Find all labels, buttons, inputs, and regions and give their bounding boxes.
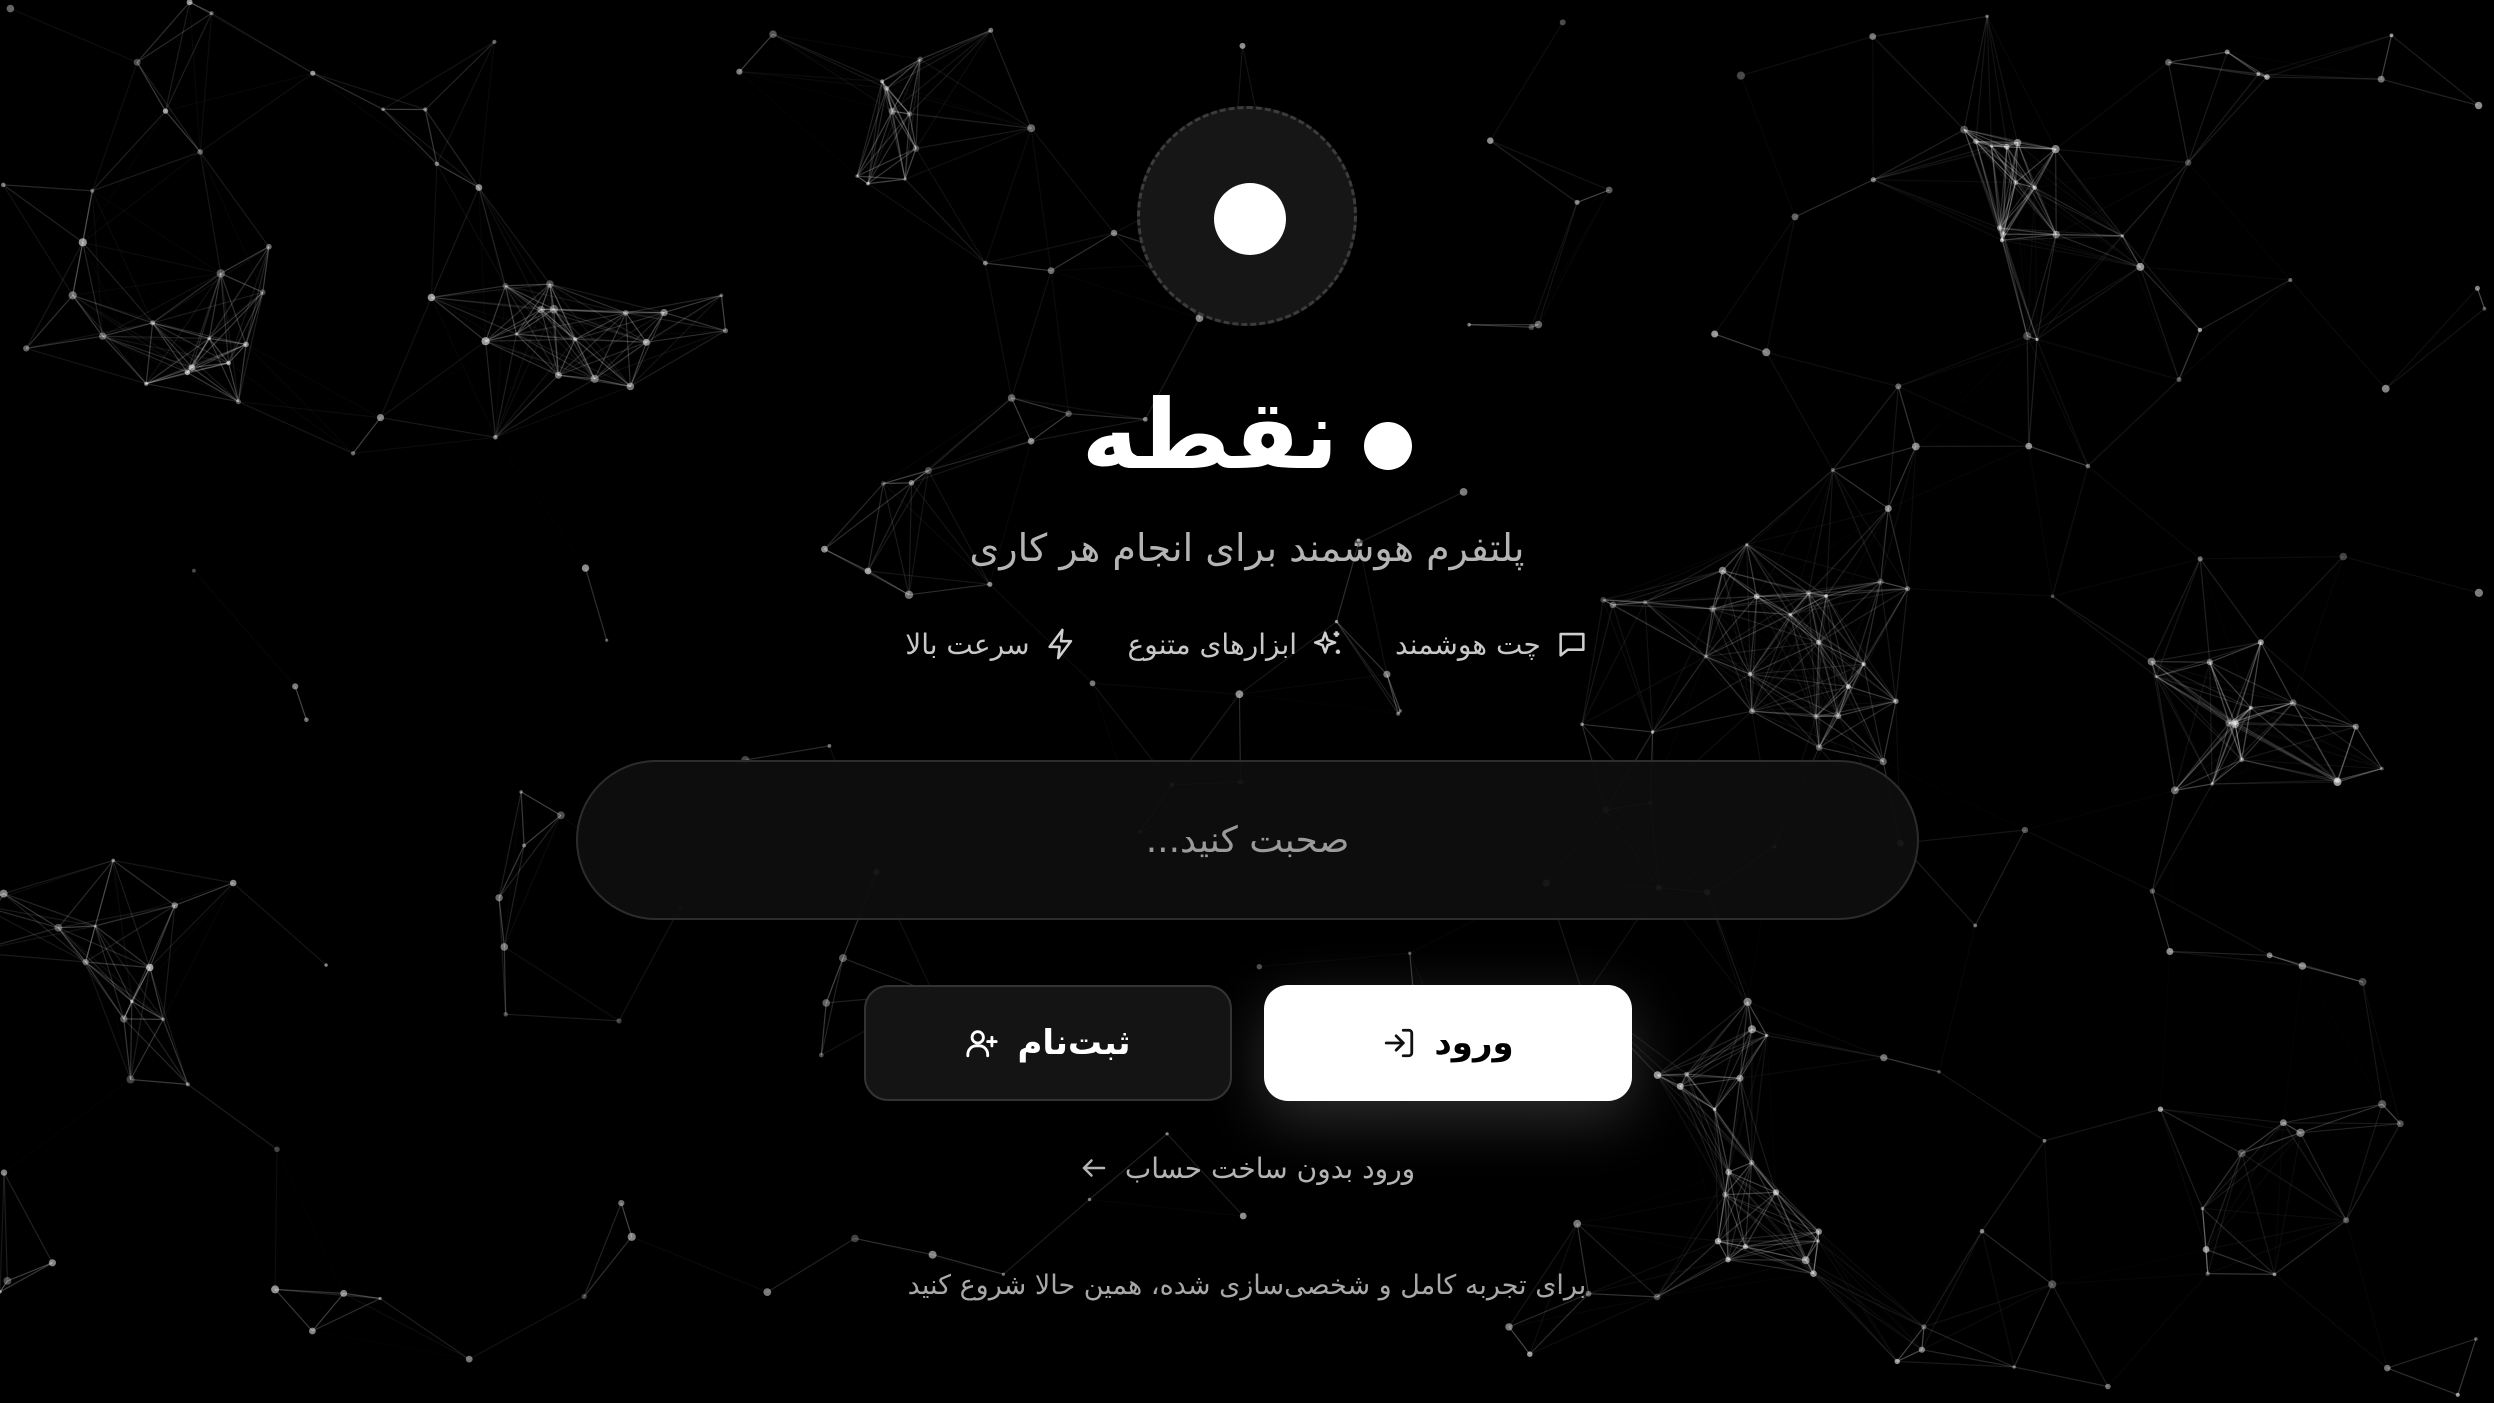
signup-button[interactable]: ثبت‌نام: [864, 985, 1232, 1101]
signup-button-label: ثبت‌نام: [1017, 1023, 1131, 1063]
chat-bubble-icon: [1559, 632, 1585, 657]
logo-dot-icon: [1214, 183, 1286, 255]
login-icon: [1385, 1028, 1414, 1058]
brand-dot-icon: [1364, 422, 1413, 470]
chat-input-box[interactable]: [576, 760, 1919, 920]
brand: نقطه: [0, 365, 2494, 505]
login-button-label: ورود: [1434, 1023, 1514, 1063]
guest-login-link[interactable]: ورود بدون ساخت حساب: [0, 1145, 2494, 1191]
brand-name: نقطه: [1081, 379, 1339, 491]
feature-item-tools: ابزارهای متنوع: [1128, 627, 1346, 661]
footer-note: برای تجربه کامل و شخصی‌سازی شده، همین حا…: [907, 1270, 1587, 1301]
feature-label: سرعت بالا: [905, 627, 1030, 661]
feature-item-chat: چت هوشمند: [1395, 627, 1589, 661]
feature-label: ابزارهای متنوع: [1127, 627, 1298, 661]
tagline: پلتفرم هوشمند برای انجام هر کاری: [969, 526, 1525, 570]
login-button[interactable]: ورود: [1264, 985, 1632, 1101]
guest-login-label: ورود بدون ساخت حساب: [1124, 1151, 1416, 1185]
lightning-icon: [1047, 628, 1072, 660]
sparkles-icon: [1314, 631, 1341, 654]
feature-label: چت هوشمند: [1395, 627, 1541, 661]
user-plus-icon: [966, 1030, 999, 1058]
landing-page: نقطه پلتفرم هوشمند برای انجام هر کاری چت…: [0, 0, 2494, 1403]
feature-list: چت هوشمند ابزارهای متنوع سرعت بالا: [0, 618, 2494, 670]
chat-input[interactable]: [695, 818, 1800, 862]
logo-badge: [1137, 106, 1357, 326]
feature-item-speed: سرعت بالا: [905, 627, 1077, 661]
arrow-left-icon: [1082, 1159, 1106, 1177]
